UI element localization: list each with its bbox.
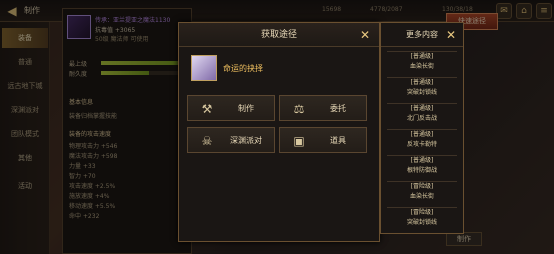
lock-icon[interactable]: ⌂ — [516, 3, 532, 19]
item-grade: [冒险级] — [410, 209, 434, 216]
item-name: 传承：亚兰提亚之魔法1130 — [95, 17, 171, 24]
stat-bar — [101, 61, 189, 65]
nav-item-raid[interactable]: 团队模式 — [2, 124, 48, 144]
attr-line: 施放速度 +4% — [69, 193, 110, 200]
stat-fill — [101, 71, 150, 75]
item-grade: [冒险级] — [410, 183, 434, 190]
back-arrow-icon[interactable]: ◀ — [4, 3, 20, 19]
nav-item-equipment[interactable]: 装备 — [2, 28, 48, 48]
stat-bar — [101, 71, 189, 75]
category-nav: 装备 普通 远古地下城 深渊派对 团队模式 其他 活动 — [0, 22, 50, 254]
source-label: 委托 — [330, 104, 346, 113]
list-item[interactable]: [普通级] 根特防御战 — [387, 155, 457, 177]
item-requirement: 50级 魔法师 可使用 — [95, 36, 149, 43]
list-item[interactable]: [普通级] 突破封锁线 — [387, 77, 457, 99]
nav-item-normal[interactable]: 普通 — [2, 52, 48, 72]
item-title: 北门反击战 — [406, 115, 437, 122]
item-title: 突破封锁线 — [406, 219, 437, 226]
item-grade: [普通级] — [410, 131, 434, 138]
attr-line: 智力 +70 — [69, 173, 96, 180]
attr-line: 攻击速度 +2.5% — [69, 183, 116, 190]
attr-line: 命中 +232 — [69, 213, 100, 220]
nav-item-abyss[interactable]: 深渊派对 — [2, 100, 48, 120]
source-commission-button[interactable]: ⚖ 委托 — [279, 95, 367, 121]
item-title: 突破封锁线 — [406, 89, 437, 96]
attr-line: 移动速度 +5.5% — [69, 203, 116, 210]
attr-line: 魔法攻击力 +598 — [69, 153, 118, 160]
source-abyss-button[interactable]: ☠ 深渊派对 — [187, 127, 275, 153]
menu-icon[interactable]: ≡ — [536, 3, 552, 19]
item-title: 反攻卡勒特 — [406, 141, 437, 148]
source-label: 道具 — [330, 136, 346, 145]
close-icon[interactable]: ✕ — [443, 27, 459, 43]
attr-line: 物理攻击力 +546 — [69, 143, 118, 150]
nav-item-other[interactable]: 其他 — [2, 148, 48, 168]
resource-3: 130/38/18 — [442, 6, 473, 13]
item-card-icon — [191, 55, 217, 81]
item-title: 血染长街 — [409, 193, 434, 200]
attr-line: 力量 +33 — [69, 163, 96, 170]
item-grade: [普通级] — [410, 53, 434, 60]
attr-title: 装备的攻击速度 — [69, 131, 112, 138]
page-title: 制作 — [24, 6, 40, 15]
gavel-icon: ⚖ — [293, 102, 305, 116]
stat-label: 耐久度 — [69, 71, 88, 78]
list-item[interactable]: [普通级] 反攻卡勒特 — [387, 129, 457, 151]
basic-info-line: 装备归档掌握技能 — [69, 113, 118, 120]
list-item[interactable]: [冒险级] 血染长街 — [387, 181, 457, 203]
list-item[interactable]: [冒险级] 突破封锁线 — [387, 207, 457, 229]
source-label: 深渊派对 — [230, 136, 262, 145]
demon-icon: ☠ — [201, 134, 213, 148]
more-content-panel: 更多内容 ✕ [普通级] 血染长街 [普通级] 突破封锁线 [普通级] 北门反击战 [… — [380, 22, 464, 234]
list-item[interactable]: [普通级] 血染长街 — [387, 51, 457, 73]
stat-label: 最上级 — [69, 61, 88, 68]
resource-1: 15698 — [322, 6, 342, 13]
source-label: 制作 — [238, 104, 254, 113]
item-grade: [普通级] — [410, 79, 434, 86]
item-grade: [普通级] — [410, 157, 434, 164]
nav-item-event[interactable]: 活动 — [2, 176, 48, 196]
item-title: 血染长街 — [409, 63, 434, 70]
close-icon[interactable]: ✕ — [357, 27, 373, 43]
dialog-title: 获取途径 — [179, 23, 379, 47]
item-title: 根特防御战 — [406, 167, 437, 174]
chest-icon: ▣ — [293, 134, 305, 148]
source-make-button[interactable]: ⚒ 制作 — [187, 95, 275, 121]
anvil-icon: ⚒ — [201, 102, 213, 116]
stat-fill — [101, 61, 185, 65]
item-detail-panel: 传承：亚兰提亚之魔法1130 抗毒值 +3065 50级 魔法师 可使用 最上级… — [62, 8, 192, 254]
source-item-button[interactable]: ▣ 道具 — [279, 127, 367, 153]
basic-info-title: 基本信息 — [69, 99, 94, 106]
nav-item-ancient-dungeon[interactable]: 远古地下城 — [2, 76, 48, 96]
staff-icon — [67, 15, 91, 39]
item-grade: [普通级] — [410, 105, 434, 112]
list-item[interactable]: [普通级] 北门反击战 — [387, 103, 457, 125]
dialog-item-name: 命运的抉择 — [223, 64, 263, 73]
mail-icon[interactable]: ✉ — [496, 3, 512, 19]
resource-2: 4778/2087 — [370, 6, 403, 13]
item-power: 抗毒值 +3065 — [95, 27, 136, 34]
acquisition-dialog: 获取途径 ✕ 命运的抉择 ⚒ 制作 ⚖ 委托 ☠ 深渊派对 ▣ 道具 — [178, 22, 380, 242]
make-button[interactable]: 制作 — [446, 232, 482, 246]
